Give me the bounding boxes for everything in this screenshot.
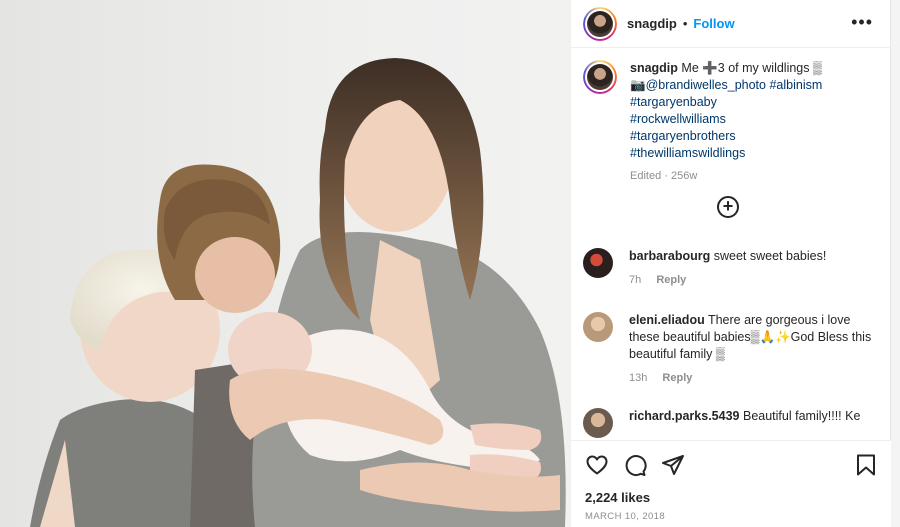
author-avatar[interactable]: [583, 6, 617, 41]
post-date[interactable]: MARCH 10, 2018: [585, 511, 665, 522]
reply-button[interactable]: Reply: [662, 372, 692, 384]
hashtag-link[interactable]: #rockwellwilliams: [630, 111, 880, 128]
more-options-icon[interactable]: •••: [851, 12, 873, 33]
author-username[interactable]: snagdip: [627, 16, 677, 31]
hashtag-link[interactable]: #targaryenbaby: [630, 94, 880, 111]
post-photo[interactable]: [0, 0, 570, 527]
comment-item: richard.parks.5439 Beautiful family!!!! …: [583, 408, 883, 438]
comment-item: eleni.eliadou There are gorgeous i love …: [583, 312, 883, 387]
comment-icon[interactable]: [623, 453, 647, 477]
commenter-avatar[interactable]: [583, 408, 613, 438]
bookmark-icon[interactable]: [855, 453, 877, 477]
commenter-avatar[interactable]: [583, 312, 613, 342]
comment-meta: 7h Reply: [629, 272, 879, 289]
caption-text-block: snagdip Me ➕3 of my wildlings ▒ 📷@brandi…: [630, 60, 880, 185]
caption-meta: Edited · 256w: [630, 170, 698, 182]
action-bar: 2,224 likes MARCH 10, 2018: [571, 440, 891, 527]
comment-time: 13h: [629, 372, 648, 384]
hashtag-link[interactable]: #targaryenbrothers: [630, 128, 880, 145]
header-separator: •: [682, 16, 688, 31]
likes-count[interactable]: 2,224 likes: [585, 490, 650, 505]
heart-icon[interactable]: [585, 453, 609, 477]
photo-credit-link[interactable]: 📷@brandiwelles_photo: [630, 78, 766, 92]
hashtag-link[interactable]: #thewilliamswildlings: [630, 145, 880, 162]
commenter-avatar[interactable]: [583, 248, 613, 278]
comment-item: barbarabourg sweet sweet babies! 7h Repl…: [583, 248, 883, 289]
instagram-post-window: snagdip • Follow ••• snagdip Me ➕3 of my…: [0, 0, 900, 527]
comment-username[interactable]: richard.parks.5439: [629, 409, 740, 423]
comment-body: eleni.eliadou There are gorgeous i love …: [629, 312, 879, 387]
load-more-comments-icon[interactable]: +: [717, 196, 739, 218]
hashtag-link[interactable]: #albinism: [769, 78, 822, 92]
reply-button[interactable]: Reply: [656, 274, 686, 286]
send-icon[interactable]: [661, 453, 685, 477]
action-icons: [585, 453, 685, 477]
comment-time: 7h: [629, 274, 642, 286]
comment-body: barbarabourg sweet sweet babies! 7h Repl…: [629, 248, 879, 289]
comment-text: sweet sweet babies!: [713, 249, 827, 263]
follow-button[interactable]: Follow: [693, 16, 734, 31]
caption-username[interactable]: snagdip: [630, 61, 678, 75]
comment-text: Beautiful family!!!! Ke: [742, 409, 861, 423]
scrollbar[interactable]: [890, 0, 900, 527]
comment-meta: 13h Reply: [629, 370, 879, 387]
caption-avatar[interactable]: [583, 60, 617, 94]
family-photo-image: [0, 0, 570, 527]
comment-body: richard.parks.5439 Beautiful family!!!! …: [629, 408, 879, 438]
comment-username[interactable]: barbarabourg: [629, 249, 710, 263]
post-caption: snagdip Me ➕3 of my wildlings ▒ 📷@brandi…: [583, 60, 883, 185]
post-side-panel: snagdip • Follow ••• snagdip Me ➕3 of my…: [570, 0, 891, 527]
post-header: snagdip • Follow •••: [571, 0, 891, 48]
comment-username[interactable]: eleni.eliadou: [629, 313, 705, 327]
caption-text: Me ➕3 of my wildlings ▒: [681, 61, 822, 75]
